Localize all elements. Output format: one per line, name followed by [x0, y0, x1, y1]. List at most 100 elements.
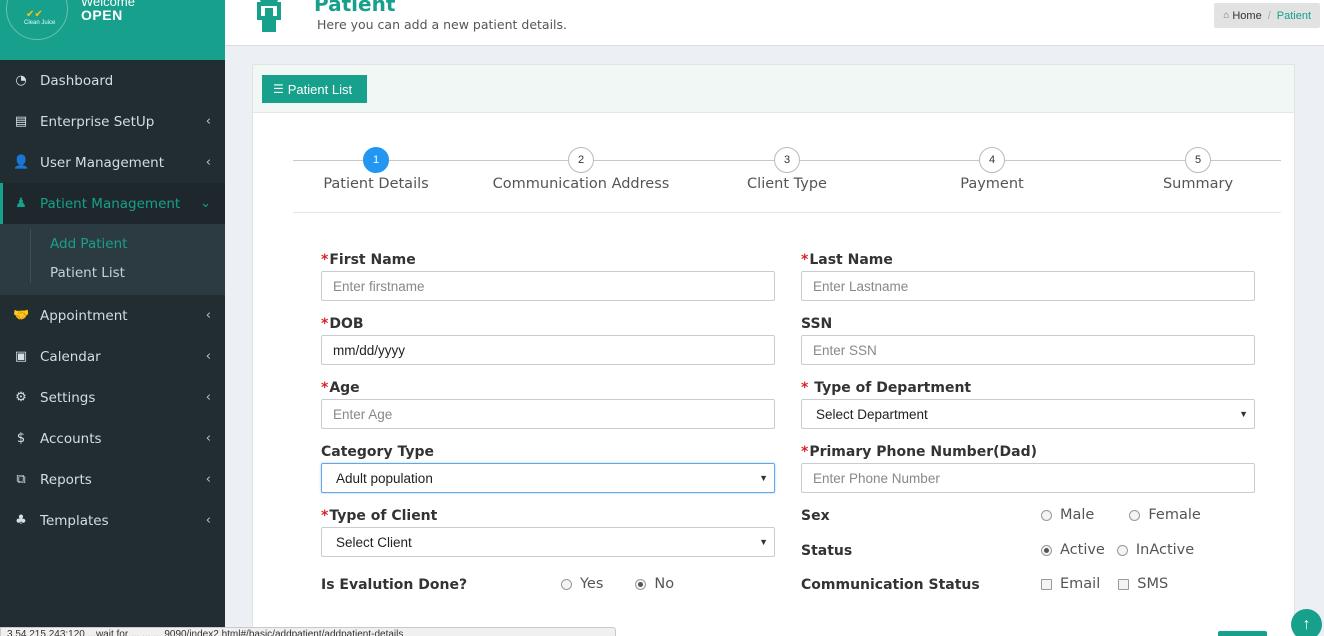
sidebar-item-reports[interactable]: ⧉ Reports ‹ — [0, 459, 225, 500]
category-select[interactable]: Adult population ▼ — [321, 463, 775, 493]
status-group: Status — [801, 542, 852, 559]
sex-male-label: Male — [1060, 507, 1095, 523]
sidebar-item-label: Settings — [40, 389, 96, 406]
home-icon: ⌂ — [1223, 10, 1230, 21]
department-label: * Type of Department — [801, 380, 971, 396]
sidebar-subitem-patient-list[interactable]: Patient List — [0, 258, 225, 287]
evaluation-yes-label: Yes — [580, 576, 604, 592]
page-subtitle: Here you can add a new patient details. — [317, 17, 568, 32]
sidebar-item-settings[interactable]: ⚙ Settings ‹ — [0, 377, 225, 418]
department-select-value: Select Department — [816, 406, 928, 422]
sidebar-item-calendar[interactable]: ▣ Calendar ‹ — [0, 336, 225, 377]
patient-icon — [257, 0, 281, 32]
sidebar-item-enterprise-setup[interactable]: ▤ Enterprise SetUp ‹ — [0, 101, 225, 142]
department-select[interactable]: Select Department ▼ — [801, 399, 1255, 429]
arrow-up-icon: ↑ — [1302, 615, 1311, 633]
age-group: *Age — [321, 379, 775, 429]
sidebar-item-accounts[interactable]: $ Accounts ‹ — [0, 418, 225, 459]
brand-logo: ✔✔ Clean Juice — [6, 0, 68, 40]
sidebar-subitem-add-patient[interactable]: Add Patient — [0, 229, 225, 258]
dob-group: *DOB mm/dd/yyyy — [321, 315, 775, 365]
sidebar-item-dashboard[interactable]: ◔ Dashboard — [0, 60, 225, 101]
step-patient-details[interactable]: 1 Patient Details — [276, 147, 476, 192]
sex-male-radio[interactable] — [1041, 509, 1052, 521]
required-marker: * — [321, 252, 329, 268]
wizard-stepper: 1 Patient Details 2 Communication Addres… — [293, 147, 1281, 213]
patient-list-button-label: Patient List — [287, 81, 353, 97]
breadcrumb-current: Patient — [1276, 9, 1311, 22]
next-button[interactable] — [1218, 631, 1267, 636]
last-name-label: *Last Name — [801, 252, 893, 268]
client-group: *Type of Client Select Client ▼ — [321, 507, 775, 557]
status-inactive-radio[interactable] — [1116, 544, 1128, 556]
evaluation-no-label: No — [654, 576, 675, 592]
department-group: * Type of Department Select Department ▼ — [801, 379, 1255, 429]
step-label: Payment — [960, 176, 1024, 192]
sidebar-item-label: Templates — [40, 512, 109, 529]
age-input[interactable] — [321, 399, 775, 429]
dob-input[interactable]: mm/dd/yyyy — [321, 335, 775, 365]
sidebar-item-label: Dashboard — [40, 72, 114, 89]
sidebar-item-appointment[interactable]: 🤝 Appointment ‹ — [0, 295, 225, 336]
client-select[interactable]: Select Client ▼ — [321, 527, 775, 557]
step-number: 1 — [363, 147, 389, 173]
dob-label: *DOB — [321, 316, 364, 332]
ssn-input[interactable] — [801, 335, 1255, 365]
logo-text: Clean Juice — [24, 20, 56, 26]
step-client-type[interactable]: 3 Client Type — [687, 147, 887, 192]
required-marker: * — [321, 508, 329, 524]
sex-female-radio[interactable] — [1129, 509, 1141, 521]
status-radio-group: Active InActive — [1041, 542, 1194, 558]
user-plus-icon: 👤 — [13, 155, 30, 170]
box-header: ☰ Patient List — [253, 65, 1294, 113]
chevron-left-icon: ‹ — [205, 308, 211, 323]
comm-status-label: Communication Status — [801, 577, 980, 593]
breadcrumb-home[interactable]: Home — [1232, 10, 1261, 22]
caret-down-icon: ▼ — [759, 537, 768, 547]
step-communication-address[interactable]: 2 Communication Address — [481, 147, 681, 192]
required-marker: * — [321, 380, 329, 396]
patient-list-button[interactable]: ☰ Patient List — [262, 75, 367, 103]
evaluation-label: Is Evalution Done? — [321, 577, 468, 593]
required-marker: * — [801, 380, 814, 396]
sidebar-item-label: Appointment — [40, 307, 128, 324]
comm-email-checkbox[interactable] — [1041, 578, 1052, 590]
brand: ✔✔ Clean Juice Welcome OPEN — [0, 0, 225, 60]
step-number: 2 — [568, 147, 594, 173]
phone-input[interactable] — [801, 463, 1255, 493]
sitemap-icon: ♣ — [15, 513, 27, 528]
scroll-top-button[interactable]: ↑ — [1291, 609, 1322, 636]
last-name-group: *Last Name — [801, 251, 1255, 301]
sidebar-item-label: User Management — [40, 154, 164, 171]
chevron-left-icon: ‹ — [205, 513, 211, 528]
status-active-radio[interactable] — [1041, 544, 1052, 556]
sidebar-item-label: Calendar — [40, 348, 101, 365]
last-name-label-text: Last Name — [809, 252, 893, 268]
category-label: Category Type — [321, 444, 434, 460]
clipboard-icon: ▤ — [14, 114, 28, 129]
leaf-icon: ✔✔ — [26, 9, 43, 20]
step-label: Summary — [1162, 176, 1234, 192]
step-summary[interactable]: 5 Summary — [1098, 147, 1298, 192]
evaluation-radio-group: Yes No — [561, 576, 674, 592]
sidebar-item-templates[interactable]: ♣ Templates ‹ — [0, 500, 225, 541]
client-select-value: Select Client — [336, 534, 412, 550]
phone-label-text: Primary Phone Number(Dad) — [809, 444, 1037, 460]
sex-female-label: Female — [1148, 507, 1201, 523]
sidebar-item-label: Reports — [40, 471, 92, 488]
sidebar-item-user-management[interactable]: 👤 User Management ‹ — [0, 142, 225, 183]
first-name-input[interactable] — [321, 271, 775, 301]
list-icon: ☰ — [273, 82, 284, 96]
chevron-left-icon: ‹ — [205, 472, 211, 487]
evaluation-yes-radio[interactable] — [561, 578, 572, 590]
last-name-input[interactable] — [801, 271, 1255, 301]
chevron-left-icon: ‹ — [205, 114, 211, 129]
handshake-icon: 🤝 — [13, 308, 30, 323]
step-label: Communication Address — [492, 176, 670, 192]
required-marker: * — [801, 252, 809, 268]
evaluation-no-radio[interactable] — [635, 578, 647, 590]
comm-sms-checkbox[interactable] — [1118, 578, 1130, 590]
sidebar-item-label: Patient Management — [40, 195, 181, 212]
step-payment[interactable]: 4 Payment — [892, 147, 1092, 192]
sidebar-item-patient-management[interactable]: ♟ Patient Management ⌄ — [0, 183, 225, 224]
